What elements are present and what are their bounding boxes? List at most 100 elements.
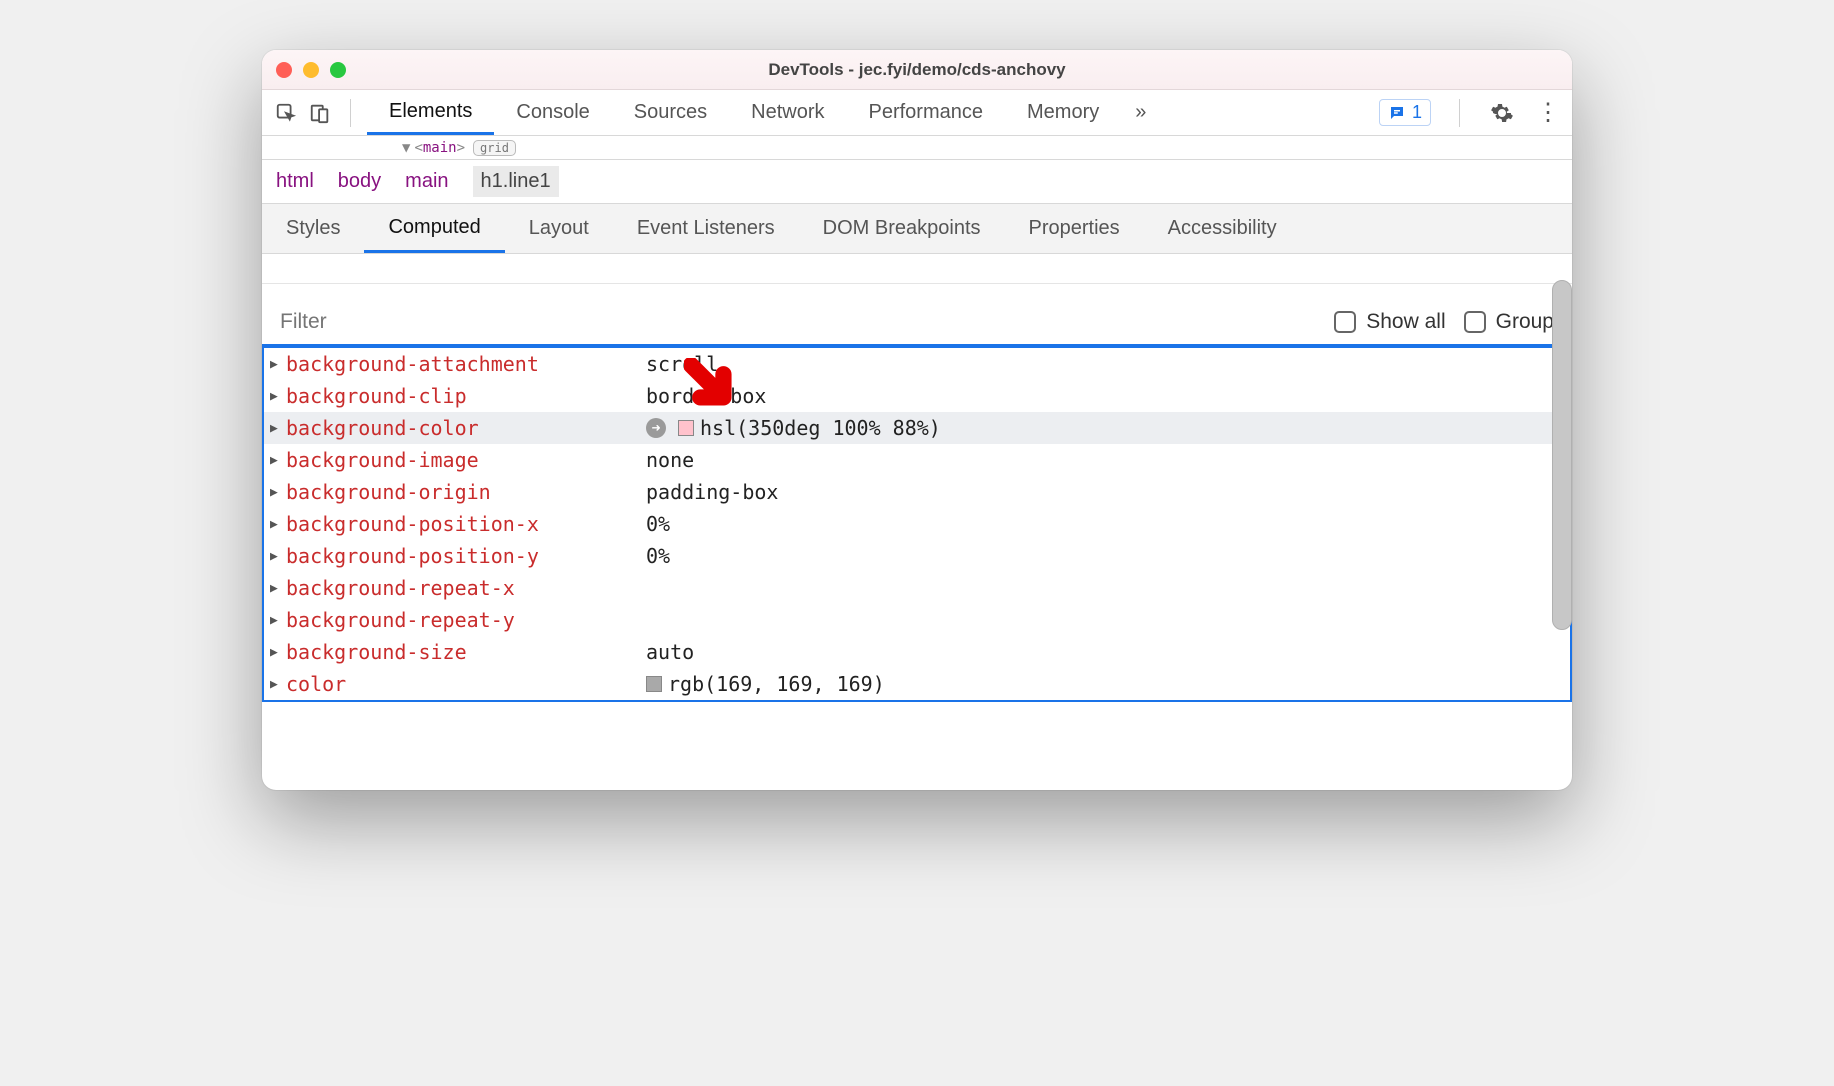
property-value-text: none: [646, 448, 694, 472]
checkbox-icon: [1464, 311, 1486, 333]
property-name: background-image: [286, 448, 646, 472]
checkbox-icon: [1334, 311, 1356, 333]
toolbar-separator: [350, 99, 351, 127]
expand-triangle-icon[interactable]: ▶: [270, 357, 284, 372]
annotation-arrow-icon: [684, 358, 742, 416]
device-toggle-icon[interactable]: [306, 99, 334, 127]
subtab-properties[interactable]: Properties: [1005, 204, 1144, 253]
close-window-button[interactable]: [276, 62, 292, 78]
goto-source-icon[interactable]: ➜: [646, 418, 666, 438]
property-name: background-size: [286, 640, 646, 664]
property-value-text: rgb(169, 169, 169): [668, 672, 885, 696]
property-value-text: padding-box: [646, 480, 778, 504]
property-name: background-attachment: [286, 352, 646, 376]
computed-properties-list: ▶background-attachmentscroll▶background-…: [262, 346, 1572, 702]
property-name: background-origin: [286, 480, 646, 504]
expand-triangle-icon[interactable]: ▶: [270, 677, 284, 692]
inspect-element-icon[interactable]: [272, 99, 300, 127]
expand-triangle-icon[interactable]: ▶: [270, 517, 284, 532]
property-name: background-position-y: [286, 544, 646, 568]
expand-triangle-icon[interactable]: ▶: [270, 581, 284, 596]
more-icon[interactable]: ⋮: [1534, 99, 1562, 127]
show-all-label: Show all: [1366, 310, 1445, 334]
subtab-computed[interactable]: Computed: [364, 204, 504, 253]
computed-property-row[interactable]: ▶background-position-y0%: [264, 540, 1570, 572]
property-value[interactable]: ➜ hsl(350deg 100% 88%): [646, 416, 941, 440]
dom-tag: main: [423, 140, 457, 156]
computed-property-row[interactable]: ▶background-position-x0%: [264, 508, 1570, 540]
expand-caret-icon: ▼: [402, 140, 410, 156]
subtab-dom-breakpoints[interactable]: DOM Breakpoints: [799, 204, 1005, 253]
filter-input[interactable]: [280, 310, 1316, 334]
subtab-accessibility[interactable]: Accessibility: [1144, 204, 1301, 253]
breadcrumb-body[interactable]: body: [338, 170, 381, 193]
property-value-text: auto: [646, 640, 694, 664]
expand-triangle-icon[interactable]: ▶: [270, 485, 284, 500]
breadcrumb-html[interactable]: html: [276, 170, 314, 193]
expand-triangle-icon[interactable]: ▶: [270, 645, 284, 660]
tab-network[interactable]: Network: [729, 90, 846, 135]
computed-property-row[interactable]: ▶background-originpadding-box: [264, 476, 1570, 508]
property-value[interactable]: padding-box: [646, 480, 778, 504]
property-value[interactable]: auto: [646, 640, 694, 664]
expand-triangle-icon[interactable]: ▶: [270, 613, 284, 628]
property-name: background-color: [286, 416, 646, 440]
computed-property-row[interactable]: ▶background-imagenone: [264, 444, 1570, 476]
issues-count: 1: [1412, 102, 1422, 123]
property-name: background-clip: [286, 384, 646, 408]
expand-triangle-icon[interactable]: ▶: [270, 549, 284, 564]
computed-property-row[interactable]: ▶background-repeat-y: [264, 604, 1570, 636]
scrollbar[interactable]: [1552, 280, 1572, 630]
main-tabs: Elements Console Sources Network Perform…: [367, 90, 1160, 135]
traffic-lights: [276, 62, 346, 78]
property-value-text: hsl(350deg 100% 88%): [700, 416, 941, 440]
subtab-styles[interactable]: Styles: [262, 204, 364, 253]
tab-performance[interactable]: Performance: [847, 90, 1006, 135]
window-title: DevTools - jec.fyi/demo/cds-anchovy: [262, 60, 1572, 80]
computed-property-row[interactable]: ▶colorrgb(169, 169, 169): [264, 668, 1570, 700]
group-label: Group: [1496, 310, 1554, 334]
filter-bar: Show all Group: [262, 284, 1572, 346]
property-name: background-repeat-y: [286, 608, 646, 632]
breadcrumb-selected[interactable]: h1.line1: [473, 166, 559, 197]
breadcrumb-main[interactable]: main: [405, 170, 448, 193]
tabs-overflow-button[interactable]: »: [1121, 90, 1160, 135]
property-value[interactable]: none: [646, 448, 694, 472]
property-value[interactable]: rgb(169, 169, 169): [646, 672, 885, 696]
group-checkbox[interactable]: Group: [1464, 310, 1554, 334]
subtab-layout[interactable]: Layout: [505, 204, 613, 253]
zoom-window-button[interactable]: [330, 62, 346, 78]
property-value[interactable]: 0%: [646, 512, 670, 536]
styles-subtabs: Styles Computed Layout Event Listeners D…: [262, 204, 1572, 254]
toolbar-separator: [1459, 99, 1460, 127]
show-all-checkbox[interactable]: Show all: [1334, 310, 1445, 334]
computed-property-row[interactable]: ▶background-color➜ hsl(350deg 100% 88%): [264, 412, 1570, 444]
color-swatch[interactable]: [646, 676, 662, 692]
main-toolbar: Elements Console Sources Network Perform…: [262, 90, 1572, 136]
expand-triangle-icon[interactable]: ▶: [270, 453, 284, 468]
expand-triangle-icon[interactable]: ▶: [270, 389, 284, 404]
computed-property-row[interactable]: ▶background-repeat-x: [264, 572, 1570, 604]
grid-badge[interactable]: grid: [473, 140, 516, 156]
titlebar: DevTools - jec.fyi/demo/cds-anchovy: [262, 50, 1572, 90]
tab-memory[interactable]: Memory: [1005, 90, 1121, 135]
computed-property-row[interactable]: ▶background-attachmentscroll: [264, 348, 1570, 380]
chat-icon: [1388, 104, 1406, 122]
expand-triangle-icon[interactable]: ▶: [270, 421, 284, 436]
minimize-window-button[interactable]: [303, 62, 319, 78]
property-value-text: 0%: [646, 512, 670, 536]
tab-elements[interactable]: Elements: [367, 90, 494, 135]
issues-button[interactable]: 1: [1379, 99, 1431, 126]
settings-icon[interactable]: [1488, 99, 1516, 127]
tab-sources[interactable]: Sources: [612, 90, 729, 135]
computed-property-row[interactable]: ▶background-sizeauto: [264, 636, 1570, 668]
property-name: background-repeat-x: [286, 576, 646, 600]
color-swatch[interactable]: [678, 420, 694, 436]
subtab-event-listeners[interactable]: Event Listeners: [613, 204, 799, 253]
spacer: [262, 254, 1572, 284]
property-value[interactable]: 0%: [646, 544, 670, 568]
dom-tree-row[interactable]: ▼ <main> grid: [262, 136, 1572, 160]
computed-property-row[interactable]: ▶background-clipborder-box: [264, 380, 1570, 412]
property-name: background-position-x: [286, 512, 646, 536]
tab-console[interactable]: Console: [494, 90, 611, 135]
